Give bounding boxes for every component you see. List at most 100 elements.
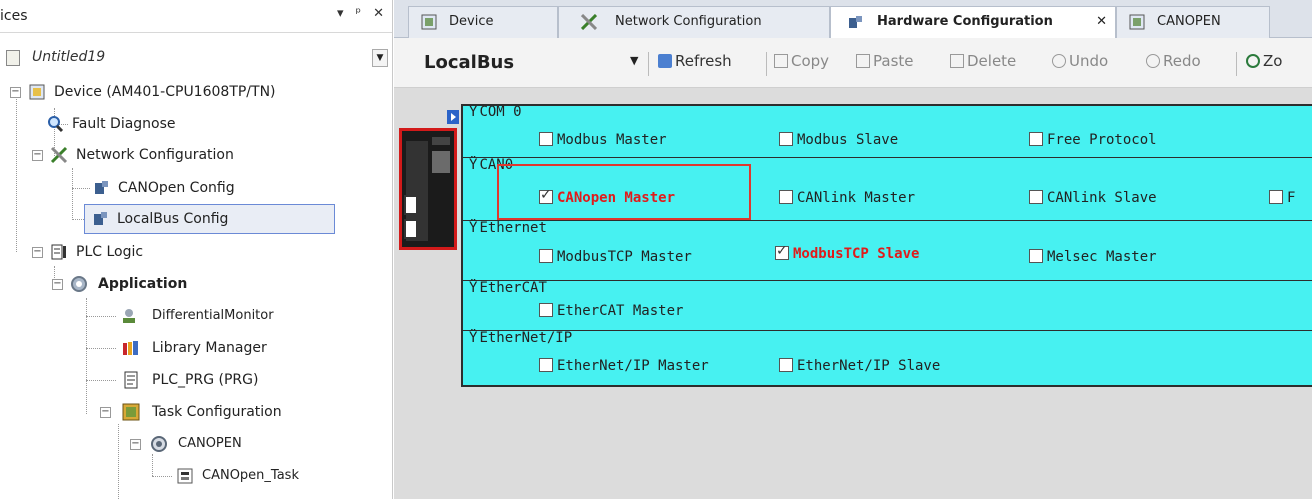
option-truncated[interactable]: F — [1269, 190, 1295, 206]
tab-hardware-configuration[interactable]: Hardware Configuration ✕ — [830, 6, 1116, 39]
monitor-icon — [123, 309, 135, 323]
tree-item-label: DifferentialMonitor — [152, 308, 274, 323]
checkbox[interactable] — [775, 243, 789, 260]
hardware-icon — [849, 16, 862, 28]
checkbox[interactable] — [779, 358, 793, 372]
option-melsec-master[interactable]: Melsec Master — [1029, 249, 1157, 265]
editor-area: Device Network Configuration Hardware Co… — [394, 0, 1312, 499]
task-config-icon — [122, 403, 140, 421]
section-ethernet-ip: Ÿ EtherNet/IP — [469, 330, 573, 346]
collapse-icon[interactable]: − — [52, 279, 63, 290]
option-modbus-slave[interactable]: Modbus Slave — [779, 132, 898, 148]
checkbox[interactable] — [539, 249, 553, 263]
tree-item-canopen-config[interactable]: CANOpen Config — [6, 174, 386, 202]
network-icon: Ÿ — [469, 104, 478, 120]
checkbox[interactable] — [1029, 249, 1043, 263]
tree-item-localbus-config[interactable]: LocalBus Config — [84, 204, 335, 234]
device-icon — [29, 84, 45, 100]
option-ethernet-ip-slave[interactable]: EtherNet/IP Slave — [779, 358, 940, 374]
tree-item-canopen-task[interactable]: CANOpen_Task — [6, 462, 386, 490]
toolbar: LocalBus ▼ Refresh Copy Paste Delete Und… — [394, 38, 1312, 88]
tree-item-plc-prg[interactable]: PLC_PRG (PRG) — [6, 366, 386, 394]
collapse-icon[interactable]: − — [10, 87, 21, 98]
network-config-icon — [50, 146, 68, 164]
option-free-protocol[interactable]: Free Protocol — [1029, 132, 1157, 148]
panel-pin-button[interactable]: ᵖ — [356, 6, 362, 21]
protocol-config-panel: Ÿ COM 0 Ÿ CAN0 Ÿ Ethernet Ÿ EtherCAT Ÿ EtherN… — [461, 104, 1312, 387]
tree-item-device[interactable]: − Device (AM401-CPU1608TP/TN) — [6, 78, 386, 106]
option-modbustcp-master[interactable]: ModbusTCP Master — [539, 249, 692, 265]
undo-icon — [1052, 54, 1066, 68]
chevron-down-icon[interactable]: ▼ — [630, 54, 638, 67]
trash-icon — [950, 54, 964, 68]
collapse-icon[interactable]: − — [100, 407, 111, 418]
redo-icon — [1146, 54, 1160, 68]
redo-button[interactable]: Redo — [1146, 52, 1201, 70]
canopen-task-icon — [151, 436, 167, 452]
tab-label: Device — [449, 14, 494, 29]
tree-item-differential-monitor[interactable]: DifferentialMonitor — [6, 302, 386, 330]
collapse-icon[interactable]: − — [32, 247, 43, 258]
tree-item-canopen[interactable]: − CANOPEN — [6, 430, 386, 458]
network-config-icon — [581, 14, 597, 30]
checkbox[interactable] — [1029, 132, 1043, 146]
tree-item-fault-diagnose[interactable]: Fault Diagnose — [6, 110, 386, 138]
delete-button[interactable]: Delete — [950, 52, 1016, 70]
canopen-icon — [95, 181, 108, 194]
library-icon — [123, 341, 138, 355]
bus-selector-label[interactable]: LocalBus — [424, 52, 514, 73]
chevron-down-icon[interactable]: ▼ — [372, 49, 388, 67]
hardware-canvas: Ÿ COM 0 Ÿ CAN0 Ÿ Ethernet Ÿ EtherCAT Ÿ EtherN… — [394, 88, 1312, 499]
checkbox[interactable] — [539, 132, 553, 146]
tree-item-label: CANOpen_Task — [202, 468, 299, 483]
tree-item-task-configuration[interactable]: − Task Configuration — [6, 398, 386, 426]
plc-device-image[interactable] — [399, 128, 457, 250]
refresh-icon — [658, 54, 672, 68]
close-icon[interactable]: ✕ — [1096, 7, 1107, 37]
option-ethercat-master[interactable]: EtherCAT Master — [539, 303, 683, 319]
checkbox[interactable] — [779, 132, 793, 146]
tree-item-plc-logic[interactable]: − PLC Logic — [6, 238, 386, 266]
tree-item-label: LocalBus Config — [117, 211, 229, 227]
panel-dropdown-button[interactable]: ▾ — [337, 6, 344, 21]
collapse-icon[interactable]: − — [130, 439, 141, 450]
program-icon — [124, 371, 138, 389]
tree-item-application[interactable]: − Application — [6, 270, 386, 298]
network-icon: Ÿ — [469, 220, 478, 236]
tab-label: CANOPEN — [1157, 14, 1221, 29]
task-icon — [177, 468, 193, 484]
option-ethernet-ip-master[interactable]: EtherNet/IP Master — [539, 358, 709, 374]
checkbox[interactable] — [1269, 190, 1283, 204]
paste-icon — [856, 54, 870, 68]
checkbox[interactable] — [539, 358, 553, 372]
undo-button[interactable]: Undo — [1052, 52, 1108, 70]
option-modbustcp-slave[interactable]: ModbusTCP Slave — [775, 243, 919, 262]
checkbox[interactable] — [539, 303, 553, 317]
refresh-button[interactable]: Refresh — [658, 52, 732, 70]
tree-item-library-manager[interactable]: Library Manager — [6, 334, 386, 362]
network-icon: Ÿ — [469, 330, 478, 346]
option-modbus-master[interactable]: Modbus Master — [539, 132, 667, 148]
zoom-button[interactable]: Zo — [1246, 52, 1282, 70]
tree-item-label: Task Configuration — [152, 404, 282, 420]
option-canlink-master[interactable]: CANlink Master — [779, 190, 915, 206]
paste-button[interactable]: Paste — [856, 52, 914, 70]
expand-arrow-icon[interactable] — [447, 110, 459, 124]
project-selector[interactable]: Untitled19 ▼ — [0, 46, 392, 74]
tree-item-label: CANOpen Config — [118, 180, 235, 196]
device-icon — [421, 14, 437, 30]
network-icon: Ÿ — [469, 280, 478, 296]
tab-device[interactable]: Device — [408, 6, 558, 38]
copy-button[interactable]: Copy — [774, 52, 829, 70]
tab-network-configuration[interactable]: Network Configuration — [558, 6, 830, 38]
localbus-icon — [94, 212, 107, 225]
tab-canopen[interactable]: CANOPEN — [1116, 6, 1270, 38]
plc-logic-icon — [51, 244, 66, 260]
checkbox[interactable] — [1029, 190, 1043, 204]
devices-panel: ices ▾ ᵖ ✕ Untitled19 ▼ − Device (AM401-… — [0, 0, 393, 499]
checkbox[interactable] — [779, 190, 793, 204]
panel-close-button[interactable]: ✕ — [373, 6, 384, 21]
tree-item-network-configuration[interactable]: − Network Configuration — [6, 141, 386, 169]
collapse-icon[interactable]: − — [32, 150, 43, 161]
option-canlink-slave[interactable]: CANlink Slave — [1029, 190, 1157, 206]
